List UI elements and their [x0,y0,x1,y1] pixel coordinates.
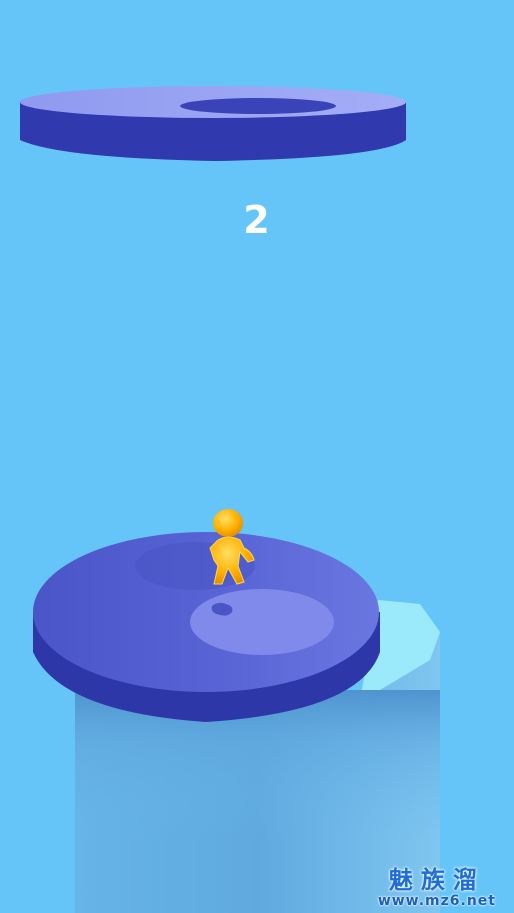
watermark-brand: 魅族溜 [388,866,485,894]
watermark-url: www.mz6.net [377,893,496,909]
game-screen[interactable]: 2 魅族溜 www.mz6.net [0,0,514,913]
score-counter: 2 [243,198,271,242]
ring-platform [20,86,406,161]
disc-platform [33,532,380,722]
game-scene [20,86,440,913]
watermark: 魅族溜 www.mz6.net [378,867,496,909]
